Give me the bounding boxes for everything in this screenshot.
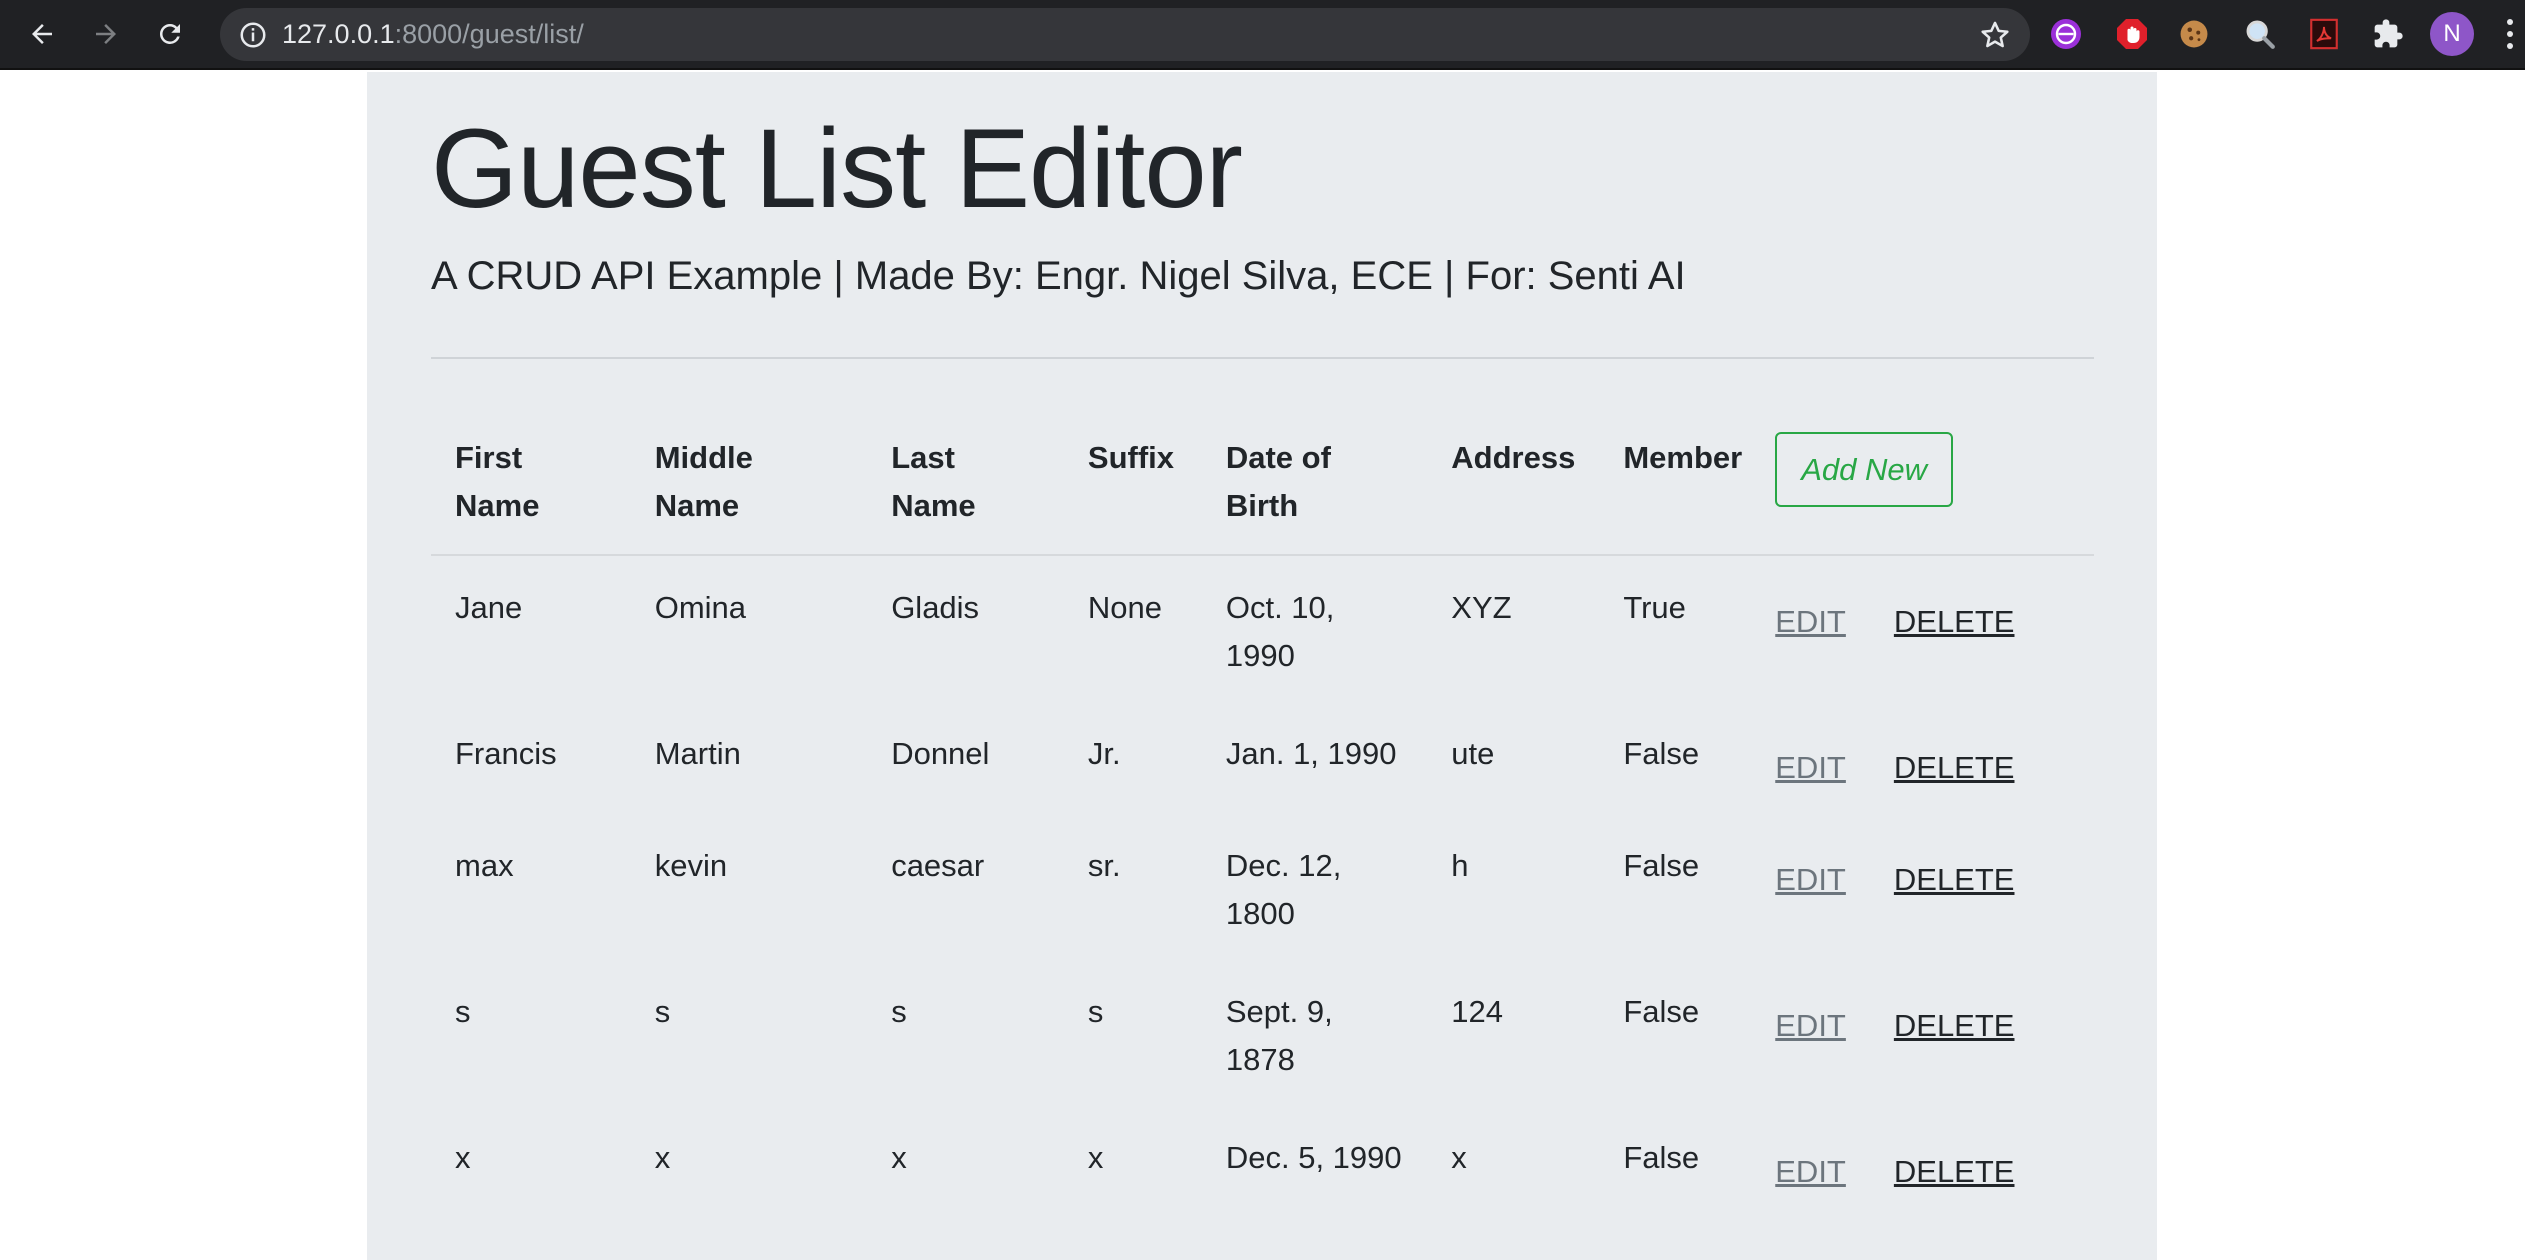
stop-hand-icon [2117, 19, 2147, 49]
jumbotron: Guest List Editor A CRUD API Example | M… [367, 72, 2157, 1260]
delete-link[interactable]: DELETE [1894, 1002, 2015, 1050]
cell-middle-name: kevin [654, 848, 728, 883]
cell-member: False [1623, 848, 1700, 883]
table-row: max kevin caesar sr. Dec. 12, 1800 h Fal… [431, 814, 2094, 960]
cell-actions: EDIT DELETE [1775, 1106, 2094, 1218]
extension-purple-icon [2051, 19, 2081, 49]
add-new-button[interactable]: Add New [1775, 432, 1954, 507]
back-button[interactable] [20, 12, 64, 56]
cell-first-name: s [455, 994, 471, 1029]
back-icon [32, 24, 52, 44]
page-title: Guest List Editor [431, 106, 1243, 231]
cell-suffix: x [1087, 1140, 1104, 1175]
header-first-name: First Name [431, 424, 631, 556]
edit-link[interactable]: EDIT [1775, 1148, 1846, 1196]
cookie-button[interactable] [2174, 14, 2214, 54]
header-middle-name: Middle Name [630, 424, 868, 556]
cell-suffix: s [1087, 994, 1104, 1029]
forward-icon [96, 24, 116, 44]
address-bar[interactable]: 127.0.0.1:8000/guest/list/ [220, 8, 2030, 61]
browser-toolbar: 127.0.0.1:8000/guest/list/ N [0, 0, 2525, 70]
cell-actions: EDIT DELETE [1775, 960, 2094, 1106]
cell-actions: EDIT DELETE [1775, 555, 2094, 702]
edit-link[interactable]: EDIT [1775, 598, 1846, 646]
cell-date-of-birth: Dec. 5, 1990 [1225, 1140, 1402, 1175]
cell-last-name: Gladis [891, 590, 980, 625]
reload-button[interactable] [148, 12, 192, 56]
cell-last-name: s [891, 994, 907, 1029]
profile-avatar[interactable]: N [2430, 12, 2474, 56]
cell-date-of-birth: Sept. 9, 1878 [1225, 994, 1333, 1077]
cell-suffix: sr. [1087, 848, 1121, 883]
magnifier-icon [2246, 20, 2275, 49]
stop-hand-button[interactable] [2112, 14, 2152, 54]
cell-middle-name: Omina [654, 590, 747, 625]
edit-link[interactable]: EDIT [1775, 744, 1846, 792]
cell-date-of-birth: Dec. 12, 1800 [1225, 848, 1342, 931]
table-header-row: First Name Middle Name Last Name Suffix … [431, 424, 2094, 556]
extension-purple-button[interactable] [2046, 14, 2086, 54]
cell-last-name: x [891, 1140, 907, 1175]
cookie-icon [2180, 20, 2208, 48]
cell-actions: EDIT DELETE [1775, 702, 2094, 814]
info-icon[interactable] [238, 20, 268, 50]
cell-middle-name: x [654, 1140, 671, 1175]
delete-link[interactable]: DELETE [1894, 856, 2015, 904]
cell-address: h [1451, 848, 1469, 883]
cell-suffix: None [1087, 590, 1162, 625]
header-member: Member [1599, 424, 1776, 556]
puzzle-icon [2374, 19, 2403, 48]
table-row: Jane Omina Gladis None Oct. 10, 1990 XYZ… [431, 555, 2094, 702]
pdf-icon [2310, 18, 2338, 50]
header-last-name: Last Name [867, 424, 1064, 556]
cell-date-of-birth: Oct. 10, 1990 [1225, 590, 1335, 673]
menu-dots-icon[interactable] [2500, 14, 2520, 54]
edit-link[interactable]: EDIT [1775, 1002, 1846, 1050]
reload-icon [159, 23, 180, 44]
magnifier-button[interactable] [2240, 14, 2280, 54]
guest-table: First Name Middle Name Last Name Suffix … [431, 424, 2094, 1218]
cell-suffix: Jr. [1087, 736, 1121, 771]
star-icon[interactable] [1978, 18, 2012, 52]
extensions-button[interactable] [2368, 14, 2408, 54]
cell-first-name: x [455, 1140, 471, 1175]
cell-date-of-birth: Jan. 1, 1990 [1225, 736, 1397, 771]
cell-member: False [1623, 1140, 1700, 1175]
pdf-button[interactable] [2304, 14, 2344, 54]
cell-middle-name: Martin [654, 736, 741, 771]
cell-member: False [1623, 736, 1700, 771]
cell-middle-name: s [654, 994, 671, 1029]
cell-last-name: caesar [891, 848, 985, 883]
cell-address: XYZ [1451, 590, 1512, 625]
page-subtitle: A CRUD API Example | Made By: Engr. Nige… [431, 254, 1686, 298]
cell-member: False [1623, 994, 1700, 1029]
table-row: Francis Martin Donnel Jr. Jan. 1, 1990 u… [431, 702, 2094, 814]
cell-first-name: Francis [455, 736, 557, 771]
url-text: 127.0.0.1:8000/guest/list/ [282, 8, 584, 61]
table-row: x x x x Dec. 5, 1990 x False EDIT DELETE [431, 1106, 2094, 1218]
cell-last-name: Donnel [891, 736, 990, 771]
url-path: :8000/guest/list/ [394, 19, 584, 49]
divider [431, 357, 2094, 359]
cell-first-name: max [455, 848, 514, 883]
cell-member: True [1623, 590, 1686, 625]
cell-address: x [1451, 1140, 1467, 1175]
cell-address: 124 [1451, 994, 1503, 1029]
header-actions: Add New [1775, 424, 2094, 556]
header-date-of-birth: Date of Birth [1201, 424, 1428, 556]
forward-button[interactable] [84, 12, 128, 56]
edit-link[interactable]: EDIT [1775, 856, 1846, 904]
cell-actions: EDIT DELETE [1775, 814, 2094, 960]
url-host: 127.0.0.1 [282, 19, 395, 49]
table-row: s s s s Sept. 9, 1878 124 False EDIT DELE… [431, 960, 2094, 1106]
cell-address: ute [1451, 736, 1495, 771]
cell-first-name: Jane [455, 590, 523, 625]
delete-link[interactable]: DELETE [1894, 744, 2015, 792]
delete-link[interactable]: DELETE [1894, 1148, 2015, 1196]
delete-link[interactable]: DELETE [1894, 598, 2015, 646]
header-address: Address [1427, 424, 1600, 556]
header-suffix: Suffix [1063, 424, 1202, 556]
